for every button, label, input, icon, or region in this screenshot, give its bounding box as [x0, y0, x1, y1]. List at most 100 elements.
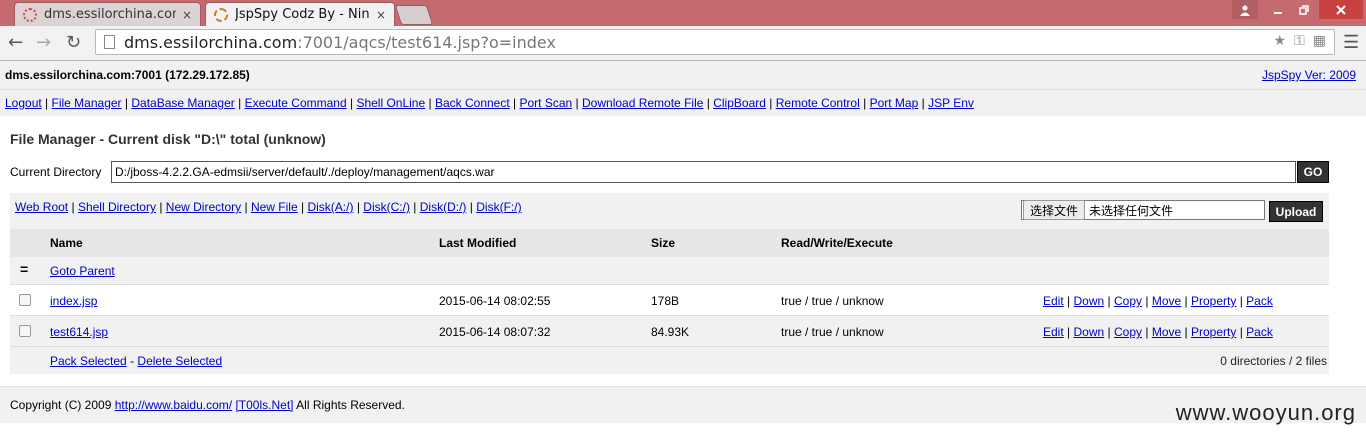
t00ls-link[interactable]: [T00ls.Net] [235, 398, 293, 412]
new-directory-link[interactable]: New Directory [166, 200, 241, 214]
menu-clipboard[interactable]: ClipBoard [713, 96, 766, 110]
url-path: :7001/aqcs/test614.jsp?o=index [297, 32, 556, 52]
bookmark-star-icon[interactable]: ★ [1274, 33, 1287, 49]
menu-file-manager[interactable]: File Manager [52, 96, 122, 110]
page-icon [104, 35, 115, 49]
copy-link[interactable]: Copy [1114, 294, 1142, 308]
disk-a-link[interactable]: Disk(A:/) [307, 200, 353, 214]
user-profile-icon[interactable] [1232, 0, 1258, 19]
bulk-actions: Pack Selected - Delete Selected [50, 354, 223, 368]
file-operations: Edit | Down | Copy | Move | Property | P… [1043, 325, 1273, 339]
site-favicon-icon [23, 7, 37, 22]
column-permissions: Read/Write/Execute [781, 236, 893, 250]
copyright-prefix: Copyright (C) 2009 [10, 398, 112, 412]
browser-toolbar: ← → ↻ dms.essilorchina.com:7001/aqcs/tes… [0, 26, 1366, 61]
menu-shell-online[interactable]: Shell OnLine [356, 96, 425, 110]
back-arrow-icon[interactable]: ← [8, 32, 23, 53]
disk-d-link[interactable]: Disk(D:/) [420, 200, 467, 214]
download-link[interactable]: Down [1074, 325, 1105, 339]
column-name: Name [50, 236, 83, 250]
restore-icon[interactable] [1291, 0, 1317, 19]
new-file-link[interactable]: New File [251, 200, 298, 214]
tab-title: JspSpy Codz By - Ninty [235, 7, 370, 22]
host-bar: dms.essilorchina.com:7001 (172.29.172.85… [0, 61, 1366, 90]
main-menu: Logout | File Manager | DataBase Manager… [0, 90, 1366, 116]
tab-close-icon[interactable]: × [376, 8, 386, 22]
menu-logout[interactable]: Logout [5, 96, 42, 110]
menu-port-map[interactable]: Port Map [870, 96, 919, 110]
row-checkbox[interactable] [19, 294, 31, 306]
web-root-link[interactable]: Web Root [15, 200, 68, 214]
row-checkbox[interactable] [19, 325, 31, 337]
disk-c-link[interactable]: Disk(C:/) [363, 200, 410, 214]
host-info: dms.essilorchina.com:7001 (172.29.172.85… [5, 68, 250, 82]
no-file-selected-text: 未选择任何文件 [1089, 203, 1174, 218]
current-directory-input[interactable] [111, 161, 1296, 183]
address-bar[interactable]: dms.essilorchina.com:7001/aqcs/test614.j… [95, 29, 1335, 55]
page-title: File Manager - Current disk "D:\" total … [10, 131, 326, 147]
file-size: 178B [651, 294, 680, 308]
pack-selected-link[interactable]: Pack Selected [50, 354, 127, 368]
file-modified: 2015-06-14 08:02:55 [439, 294, 551, 308]
menu-database-manager[interactable]: DataBase Manager [131, 96, 234, 110]
window-close-icon[interactable] [1319, 0, 1363, 19]
reload-icon[interactable]: ↻ [66, 32, 81, 53]
watermark: www.wooyun.org [1175, 400, 1356, 425]
table-row: test614.jsp 2015-06-14 08:07:32 84.93K t… [10, 316, 1329, 347]
file-upload-input[interactable]: 选择文件 未选择任何文件 [1021, 200, 1265, 220]
file-count-summary: 0 directories / 2 files [1220, 354, 1327, 368]
column-last-modified: Last Modified [439, 236, 517, 250]
table-row: index.jsp 2015-06-14 08:02:55 178B true … [10, 285, 1329, 316]
menu-download-remote-file[interactable]: Download Remote File [582, 96, 703, 110]
current-directory-label: Current Directory [10, 165, 102, 179]
minimize-icon[interactable] [1265, 0, 1291, 19]
baidu-link[interactable]: http://www.baidu.com/ [115, 398, 232, 412]
go-button[interactable]: GO [1297, 161, 1329, 183]
disk-f-link[interactable]: Disk(F:/) [476, 200, 521, 214]
browser-tab-1[interactable]: dms.essilorchina.com:70 × [14, 2, 201, 26]
file-operations: Edit | Down | Copy | Move | Property | P… [1043, 294, 1273, 308]
footer: Copyright (C) 2009 http://www.baidu.com/… [0, 386, 1366, 423]
menu-execute-command[interactable]: Execute Command [245, 96, 347, 110]
edit-link[interactable]: Edit [1043, 325, 1064, 339]
goto-parent-link[interactable]: Goto Parent [50, 264, 115, 278]
column-size: Size [651, 236, 676, 250]
choose-file-button[interactable]: 选择文件 [1023, 200, 1086, 220]
menu-back-connect[interactable]: Back Connect [435, 96, 510, 110]
move-link[interactable]: Move [1152, 325, 1181, 339]
forward-arrow-icon[interactable]: → [36, 32, 51, 53]
move-link[interactable]: Move [1152, 294, 1181, 308]
menu-jsp-env[interactable]: JSP Env [928, 96, 974, 110]
download-link[interactable]: Down [1074, 294, 1105, 308]
browser-titlebar: dms.essilorchina.com:70 × JspSpy Codz By… [0, 0, 1366, 26]
browser-tab-2[interactable]: JspSpy Codz By - Ninty × [205, 2, 395, 26]
directory-actions-bar: Web Root | Shell Directory | New Directo… [10, 193, 1329, 229]
property-link[interactable]: Property [1191, 294, 1236, 308]
copy-link[interactable]: Copy [1114, 325, 1142, 339]
property-link[interactable]: Property [1191, 325, 1236, 339]
table-footer: Pack Selected - Delete Selected 0 direct… [10, 347, 1329, 374]
version-link[interactable]: JspSpy Ver: 2009 [1262, 68, 1356, 82]
extension-icon[interactable]: ⚿ [1294, 33, 1305, 49]
pack-link[interactable]: Pack [1246, 294, 1273, 308]
delete-selected-link[interactable]: Delete Selected [137, 354, 222, 368]
new-tab-button[interactable] [394, 5, 434, 25]
browser-menu-icon[interactable]: ☰ [1343, 32, 1359, 53]
edit-link[interactable]: Edit [1043, 294, 1064, 308]
loading-favicon-icon [214, 7, 228, 22]
translate-icon[interactable]: ▦ [1313, 33, 1326, 49]
upload-button[interactable]: Upload [1269, 201, 1323, 222]
file-name-link[interactable]: index.jsp [50, 294, 97, 308]
goto-parent-row: = Goto Parent [10, 257, 1329, 285]
tab-close-icon[interactable]: × [182, 8, 192, 22]
file-name-link[interactable]: test614.jsp [50, 325, 108, 339]
tab-title: dms.essilorchina.com:70 [44, 7, 176, 22]
url-host: dms.essilorchina.com [124, 32, 298, 52]
pack-link[interactable]: Pack [1246, 325, 1273, 339]
file-size: 84.93K [651, 325, 690, 339]
menu-port-scan[interactable]: Port Scan [520, 96, 573, 110]
shell-directory-link[interactable]: Shell Directory [78, 200, 156, 214]
file-modified: 2015-06-14 08:07:32 [439, 325, 551, 339]
menu-remote-control[interactable]: Remote Control [776, 96, 860, 110]
file-permissions: true / true / unknow [781, 294, 884, 308]
